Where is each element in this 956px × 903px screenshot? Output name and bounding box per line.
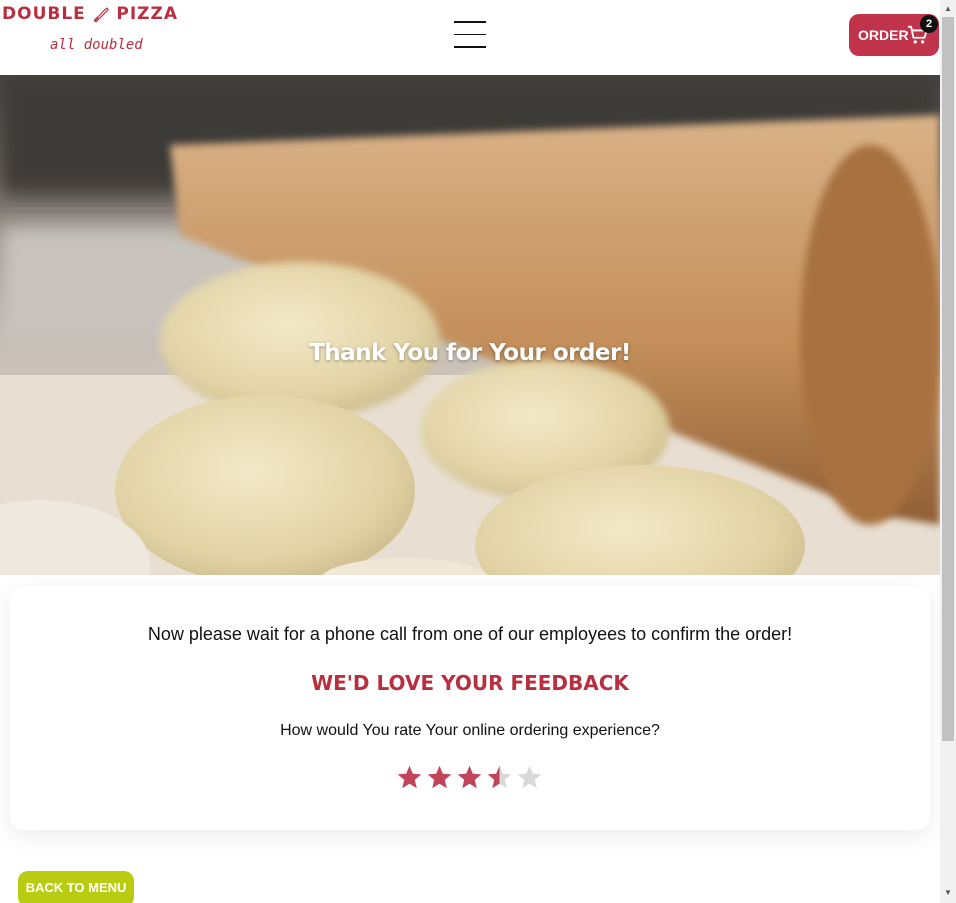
hero-dough-image bbox=[0, 75, 940, 575]
star-rating[interactable] bbox=[396, 764, 546, 796]
star-icon[interactable] bbox=[426, 764, 453, 791]
rating-question: How would You rate Your online ordering … bbox=[280, 722, 660, 739]
star-icon[interactable] bbox=[516, 764, 543, 791]
order-button-label: ORDER bbox=[858, 27, 909, 43]
hero-banner: Thank You for Your order! bbox=[0, 75, 940, 575]
logo-wordmark: DOUBLE PIZZA bbox=[2, 4, 178, 24]
star-icon[interactable] bbox=[456, 764, 483, 791]
star-icon[interactable] bbox=[486, 764, 513, 791]
logo-name-left: DOUBLE bbox=[2, 4, 86, 24]
confirmation-message: Now please wait for a phone call from on… bbox=[147, 624, 793, 644]
scroll-down-arrow-icon[interactable]: ▼ bbox=[940, 884, 956, 900]
hamburger-menu-icon[interactable] bbox=[454, 21, 486, 49]
logo-tagline: all doubled bbox=[50, 37, 143, 53]
feedback-card: Now please wait for a phone call from on… bbox=[10, 586, 930, 830]
cart-count-badge: 2 bbox=[920, 15, 938, 33]
vertical-scrollbar[interactable]: ▲ ▼ bbox=[940, 0, 956, 903]
hero-title: Thank You for Your order! bbox=[309, 340, 631, 366]
logo[interactable]: DOUBLE PIZZA all doubled bbox=[2, 4, 178, 60]
star-icon[interactable] bbox=[396, 764, 423, 791]
site-header: DOUBLE PIZZA all doubled ORDER 2 bbox=[0, 0, 940, 75]
back-to-menu-button[interactable]: BACK TO MENU bbox=[18, 871, 134, 903]
feedback-heading: WE'D LOVE YOUR FEEDBACK bbox=[311, 671, 629, 695]
scroll-up-arrow-icon[interactable]: ▲ bbox=[940, 0, 956, 16]
scroll-thumb[interactable] bbox=[942, 17, 954, 741]
order-button[interactable]: ORDER 2 bbox=[849, 14, 939, 56]
knife-icon bbox=[93, 7, 109, 23]
logo-name-right: PIZZA bbox=[116, 4, 178, 24]
